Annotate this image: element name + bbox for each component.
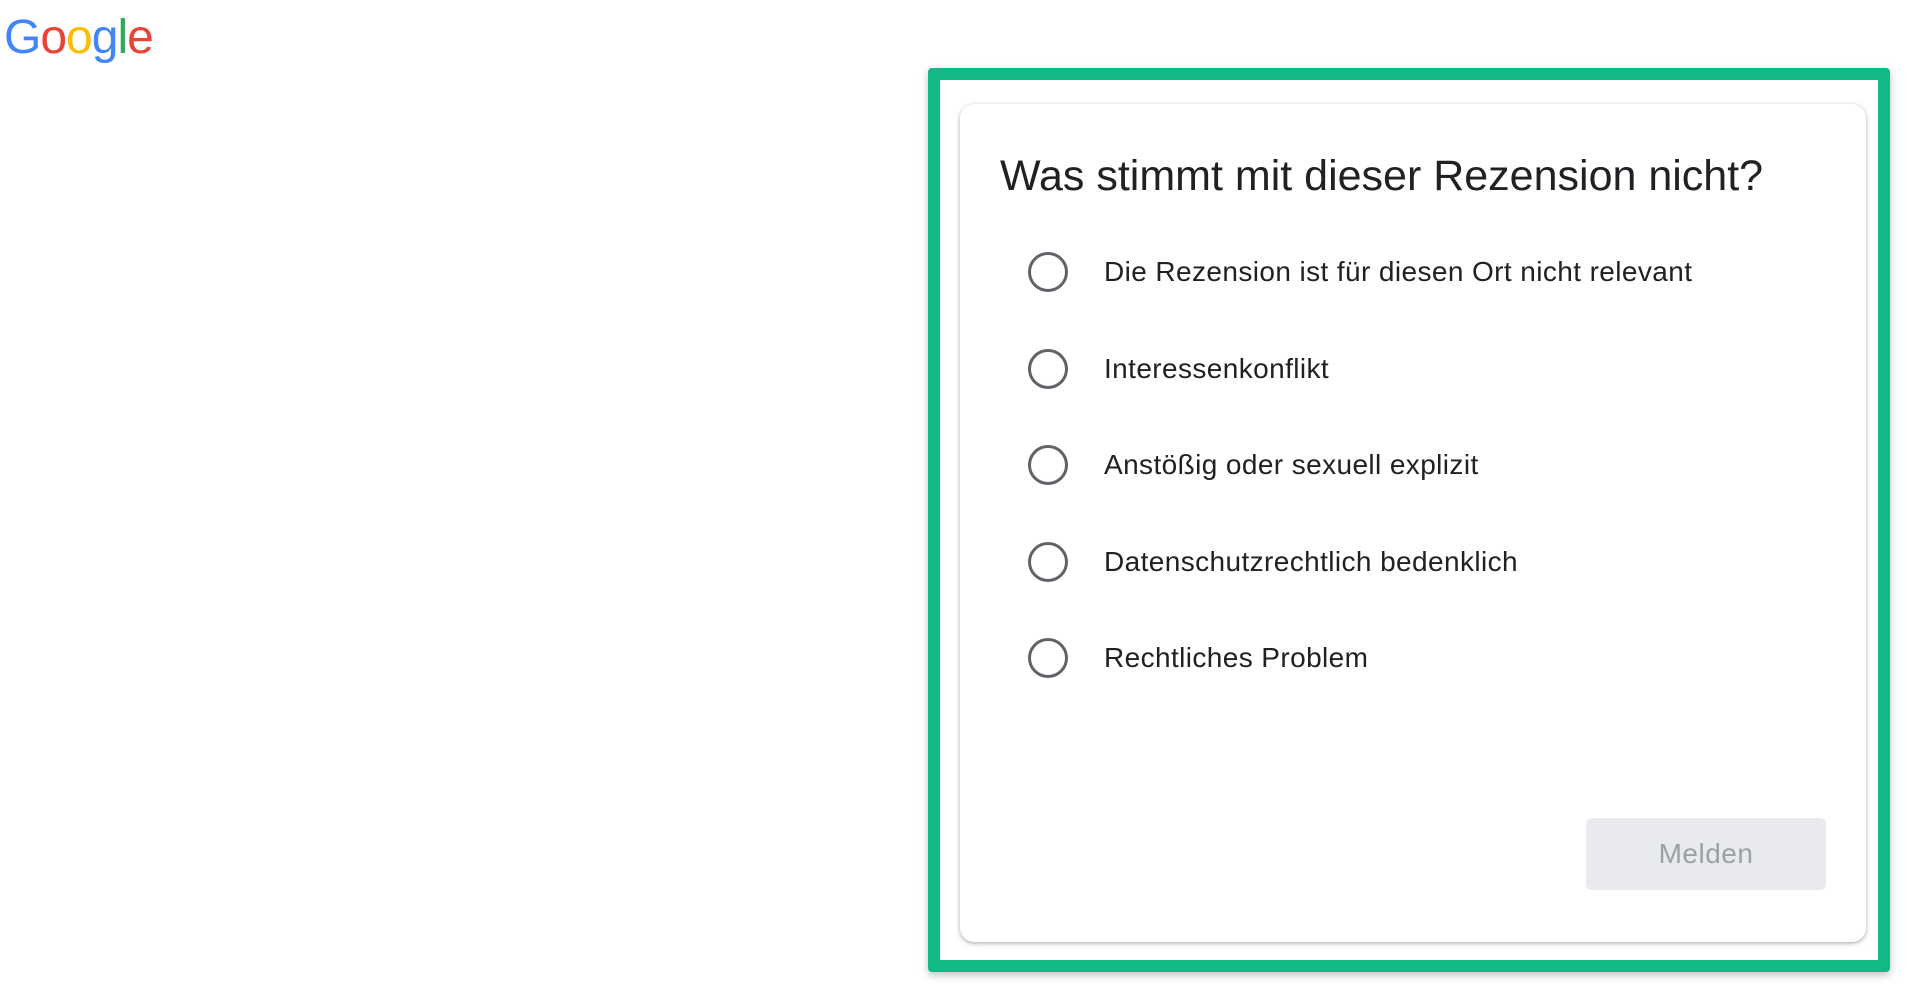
reason-option-conflict-of-interest[interactable]: Interessenkonflikt [1028, 339, 1692, 436]
reason-option-label: Interessenkonflikt [1104, 352, 1330, 384]
reason-option-offensive[interactable]: Anstößig oder sexuell explizit [1028, 435, 1692, 532]
report-reason-radio-group: Die Rezension ist für diesen Ort nicht r… [1028, 242, 1692, 725]
reason-option-label: Rechtliches Problem [1104, 642, 1369, 673]
logo-letter: G [4, 11, 41, 64]
report-review-dialog: Was stimmt mit dieser Rezension nicht? D… [960, 104, 1866, 942]
radio-button-icon[interactable] [1028, 541, 1068, 582]
logo-letter: l [117, 11, 128, 64]
reason-option-legal[interactable]: Rechtliches Problem [1028, 628, 1692, 725]
report-submit-button[interactable]: Melden [1586, 818, 1826, 890]
reason-option-label: Die Rezension ist für diesen Ort nicht r… [1104, 256, 1693, 287]
reason-option-privacy[interactable]: Datenschutzrechtlich bedenklich [1028, 532, 1692, 629]
reason-option-label: Anstößig oder sexuell explizit [1104, 449, 1479, 480]
radio-button-icon[interactable] [1028, 638, 1068, 678]
radio-button-icon[interactable] [1028, 348, 1068, 389]
logo-letter: e [127, 11, 154, 64]
logo-letter: g [91, 11, 119, 64]
logo-letter: o [40, 11, 67, 64]
logo-letter: o [66, 11, 93, 64]
reason-option-label: Datenschutzrechtlich bedenklich [1104, 545, 1518, 577]
radio-button-icon[interactable] [1028, 252, 1068, 292]
google-logo: Google [4, 10, 154, 66]
dialog-title: Was stimmt mit dieser Rezension nicht? [1000, 152, 1764, 200]
reason-option-irrelevant[interactable]: Die Rezension ist für diesen Ort nicht r… [1028, 242, 1692, 339]
radio-button-icon[interactable] [1028, 445, 1068, 485]
